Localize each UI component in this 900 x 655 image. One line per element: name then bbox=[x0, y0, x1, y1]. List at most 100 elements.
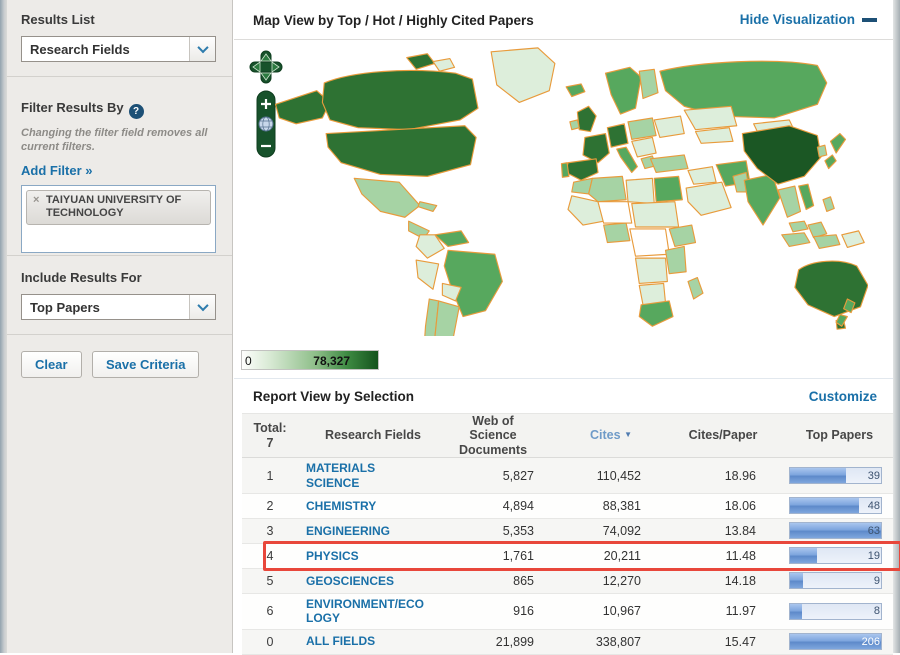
filter-note: Changing the filter field removes all cu… bbox=[21, 127, 208, 154]
results-list-section: Results List Research Fields bbox=[7, 0, 232, 77]
country-philippines bbox=[822, 196, 835, 212]
filter-tag: × TAIYUAN UNIVERSITY OF TECHNOLOGY bbox=[26, 189, 211, 226]
top-papers-bar: 48 bbox=[789, 497, 882, 515]
country-germany bbox=[606, 123, 629, 148]
remove-filter-icon[interactable]: × bbox=[33, 194, 39, 208]
country-mexico bbox=[353, 177, 421, 218]
table-row-highlighted: 4 PHYSICS 1,761 20,211 11.48 19 bbox=[242, 540, 900, 571]
sort-desc-icon: ▼ bbox=[624, 430, 632, 440]
dropdown-button[interactable] bbox=[189, 295, 215, 319]
country-turkey bbox=[649, 154, 689, 174]
world-map[interactable] bbox=[268, 44, 868, 336]
country-balkans bbox=[631, 136, 657, 158]
cell-cites-per-paper: 14.18 bbox=[724, 573, 756, 588]
cell-cites: 12,270 bbox=[602, 573, 641, 588]
table-row: 5 GEOSCIENCES 865 12,270 14.18 9 bbox=[242, 568, 893, 594]
country-japan-south bbox=[824, 154, 837, 170]
field-link[interactable]: CHEMISTRY bbox=[306, 499, 376, 513]
country-russia bbox=[659, 60, 828, 119]
field-link[interactable]: ALL FIELDS bbox=[306, 634, 375, 648]
column-cites-per-paper: Cites/Paper bbox=[688, 428, 758, 443]
top-papers-value: 8 bbox=[873, 605, 880, 618]
cell-cites-per-paper: 11.97 bbox=[725, 604, 756, 619]
field-link[interactable]: ENGINEERING bbox=[306, 524, 390, 538]
top-papers-value: 48 bbox=[867, 499, 880, 512]
cell-documents: 5,827 bbox=[502, 468, 534, 483]
country-greenland bbox=[490, 47, 556, 103]
country-kazakhstan bbox=[683, 105, 738, 131]
top-papers-bar: 206 bbox=[789, 633, 882, 651]
column-top-papers: Top Papers bbox=[805, 428, 874, 443]
field-link[interactable]: PHYSICS bbox=[306, 549, 359, 563]
results-list-value: Research Fields bbox=[30, 41, 130, 57]
field-link[interactable]: GEOSCIENCES bbox=[306, 574, 394, 588]
country-portugal bbox=[560, 162, 570, 178]
row-rank: 3 bbox=[266, 523, 274, 538]
top-papers-value: 63 bbox=[867, 524, 880, 537]
row-rank: 1 bbox=[266, 468, 274, 483]
cell-documents: 5,353 bbox=[502, 523, 534, 538]
column-research-fields: Research Fields bbox=[325, 428, 421, 443]
top-papers-bar: 9 bbox=[789, 572, 882, 590]
cell-cites: 74,092 bbox=[602, 523, 641, 538]
results-list-heading: Results List bbox=[21, 12, 95, 27]
cell-cites: 20,211 bbox=[603, 548, 641, 563]
country-scandinavia bbox=[604, 66, 642, 115]
report-table: Total: 7 Research Fields Web of Science … bbox=[234, 413, 900, 655]
collapse-icon bbox=[862, 18, 877, 22]
column-cites-sort[interactable]: Cites ▼ bbox=[578, 428, 686, 442]
clear-button[interactable]: Clear bbox=[21, 351, 82, 378]
report-title: Report View by Selection bbox=[253, 389, 415, 404]
cell-documents: 21,899 bbox=[495, 634, 534, 649]
customize-link[interactable]: Customize bbox=[809, 389, 877, 404]
country-saudi-arabia bbox=[685, 181, 732, 216]
top-papers-bar: 63 bbox=[789, 522, 882, 540]
hide-visualization-link[interactable]: Hide Visualization bbox=[740, 12, 855, 27]
cell-documents: 865 bbox=[513, 573, 534, 588]
country-uk bbox=[576, 105, 597, 133]
country-thailand bbox=[777, 185, 802, 218]
filter-box: × TAIYUAN UNIVERSITY OF TECHNOLOGY bbox=[21, 184, 216, 253]
field-link[interactable]: MATERIALS SCIENCE bbox=[306, 461, 424, 490]
include-results-section: Include Results For Top Papers bbox=[7, 256, 232, 335]
country-japan bbox=[829, 132, 847, 154]
map-title: Map View by Top / Hot / Highly Cited Pap… bbox=[253, 12, 534, 28]
filter-tag-label: TAIYUAN UNIVERSITY OF TECHNOLOGY bbox=[46, 193, 182, 220]
country-spain bbox=[565, 158, 599, 181]
country-vietnam bbox=[798, 183, 815, 211]
dropdown-button[interactable] bbox=[189, 37, 215, 61]
add-filter-link[interactable]: Add Filter » bbox=[21, 163, 93, 178]
country-central-africa bbox=[629, 228, 670, 257]
column-documents: Web of Science Documents bbox=[458, 414, 528, 457]
sidebar-actions: Clear Save Criteria bbox=[7, 335, 232, 378]
cell-cites-per-paper: 11.48 bbox=[725, 548, 756, 563]
country-algeria bbox=[588, 175, 627, 203]
top-papers-bar: 8 bbox=[789, 602, 882, 620]
country-iraq bbox=[687, 166, 717, 185]
country-ethiopia bbox=[668, 224, 697, 248]
cell-cites-per-paper: 13.84 bbox=[724, 523, 756, 538]
map-visualization bbox=[234, 40, 893, 340]
top-papers-value: 39 bbox=[867, 469, 880, 482]
top-papers-bar: 19 bbox=[789, 547, 882, 565]
table-row-all-fields: 0 ALL FIELDS 21,899 338,807 15.47 206 bbox=[242, 629, 893, 655]
app-window: { "sidebar": { "results_list": { "label"… bbox=[0, 0, 900, 655]
cell-documents: 4,894 bbox=[502, 498, 534, 513]
country-korea bbox=[816, 144, 828, 158]
include-results-dropdown[interactable]: Top Papers bbox=[21, 294, 216, 320]
table-row: 1 MATERIALS SCIENCE 5,827 110,452 18.96 … bbox=[242, 458, 893, 494]
cell-cites-per-paper: 18.06 bbox=[724, 498, 756, 513]
results-list-dropdown[interactable]: Research Fields bbox=[21, 36, 216, 62]
cell-cites-per-paper: 15.47 bbox=[724, 634, 756, 649]
help-icon[interactable]: ? bbox=[128, 104, 144, 119]
legend-min-value: 0 bbox=[245, 354, 252, 368]
vertical-scrollbar[interactable] bbox=[893, 0, 900, 653]
cell-cites: 88,381 bbox=[602, 498, 641, 513]
legend-max-value: 78,327 bbox=[313, 354, 350, 368]
country-peru bbox=[415, 259, 440, 290]
save-criteria-button[interactable]: Save Criteria bbox=[91, 351, 200, 378]
country-libya bbox=[625, 177, 655, 205]
country-new-guinea bbox=[841, 230, 865, 249]
field-link[interactable]: ENVIRONMENT/ECOLOGY bbox=[306, 597, 424, 626]
top-papers-value: 9 bbox=[873, 574, 880, 587]
